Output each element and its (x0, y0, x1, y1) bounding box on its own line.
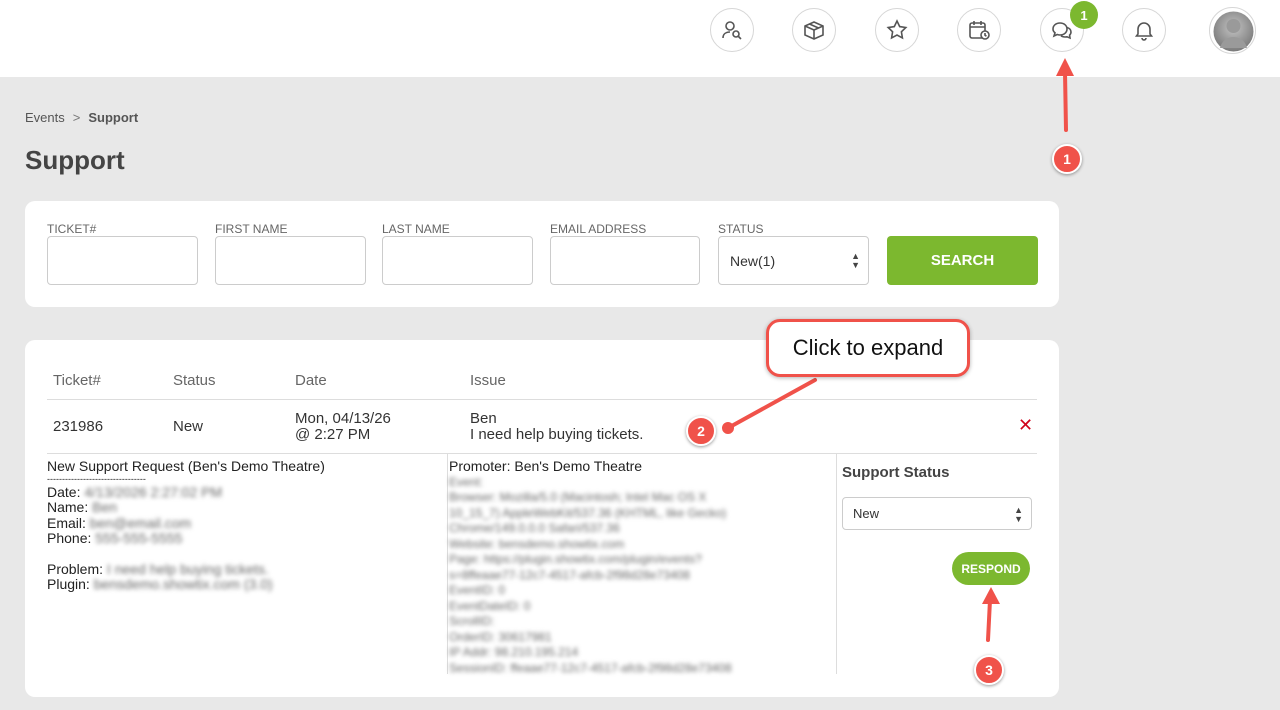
request-details: New Support Request (Ben's Demo Theatre)… (47, 458, 442, 593)
step-1-marker: 1 (1052, 144, 1082, 174)
step-3-marker: 3 (974, 655, 1004, 685)
meta-line: 10_15_7) AppleWebKit/537.36 (KHTML, like… (449, 505, 727, 520)
status-label: STATUS (718, 222, 764, 236)
problem-value: I need help buying tickets. (106, 560, 269, 577)
support-status-select[interactable]: New ▲ ▼ (842, 497, 1032, 530)
phone-label: Phone: (47, 530, 92, 546)
email-value: ben@email.com (89, 514, 192, 531)
detail-divider-left (447, 454, 448, 674)
bell-icon[interactable] (1122, 8, 1166, 52)
date-label: Date: (47, 483, 81, 500)
calendar-clock-icon[interactable] (957, 8, 1001, 52)
breadcrumb: Events > Support (25, 110, 138, 125)
problem-label: Problem: (47, 560, 104, 577)
email-input[interactable] (550, 236, 700, 285)
arrow-1-line (1063, 70, 1068, 132)
row-divider (47, 453, 1037, 454)
email-detail-label: Email: (47, 514, 86, 531)
last-name-input[interactable] (382, 236, 533, 285)
meta-line: Website: bensdemo.showtix.com (449, 536, 625, 551)
date-value: 4/13/2026 2:27:02 PM (84, 483, 223, 500)
first-name-label: FIRST NAME (215, 222, 288, 236)
notification-badge: 1 (1070, 1, 1098, 29)
user-search-icon[interactable] (710, 8, 754, 52)
status-select-value: New(1) (730, 252, 776, 269)
meta-line: Page: https://plugin.showtix.com/plugin/… (449, 552, 702, 566)
plugin-label: Plugin: (47, 576, 90, 592)
plugin-value: bensdemo.showtix.com (3.0) (93, 576, 273, 592)
name-value: Ben (92, 499, 118, 515)
header-issue: Issue (470, 372, 506, 389)
tickets-table: Ticket# Status Date Issue 231986 New Mon… (25, 340, 1059, 697)
request-divider: --------------------------------- (47, 473, 146, 484)
row-issue-text: I need help buying tickets. (470, 426, 644, 443)
search-panel: TICKET# FIRST NAME LAST NAME EMAIL ADDRE… (25, 201, 1059, 307)
select-arrows-icon: ▲ ▼ (1014, 505, 1023, 524)
page-title: Support (25, 145, 125, 175)
ticket-input[interactable] (47, 236, 198, 285)
email-label: EMAIL ADDRESS (550, 222, 647, 236)
breadcrumb-separator: > (72, 110, 81, 125)
expand-callout: Click to expand (766, 319, 970, 377)
meta-line: Browser: Mozilla/5.0 (Macintosh; Intel M… (449, 490, 707, 504)
step-2-marker: 2 (686, 416, 716, 446)
star-icon[interactable] (875, 8, 919, 52)
avatar[interactable] (1209, 7, 1256, 54)
promoter-details: Promoter: Ben's Demo Theatre Event: Brow… (449, 458, 834, 676)
meta-line: s=8ffeaae77-12c7-4517-afcb-2f98d28e73408 (449, 567, 690, 582)
top-bar: 1 (0, 0, 1280, 77)
meta-line: ScrollID: (449, 614, 495, 628)
support-status-value: New (853, 506, 880, 521)
row-issue-name: Ben (470, 410, 497, 427)
request-title: New Support Request (Ben's Demo Theatre) (47, 458, 325, 474)
name-label: Name: (47, 499, 89, 515)
ticket-label: TICKET# (47, 222, 97, 236)
meta-line: Event: (449, 474, 484, 489)
meta-line: SessionID: ffeaae77-12c7-4517-afcb-2f98d… (449, 660, 732, 675)
row-date-line2: @ 2:27 PM (295, 426, 371, 443)
detail-divider-right (836, 454, 837, 674)
phone-value: 555-555-5555 (95, 530, 183, 546)
header-date: Date (295, 372, 327, 389)
row-ticket: 231986 (53, 418, 104, 435)
header-divider (47, 399, 1037, 400)
meta-line: EventID: 0 (449, 583, 506, 597)
promoter-title: Promoter: Ben's Demo Theatre (449, 458, 643, 474)
status-select[interactable]: New(1) ▲ ▼ (718, 236, 869, 285)
respond-button[interactable]: RESPOND (952, 552, 1030, 585)
select-arrows-icon: ▲ ▼ (851, 251, 860, 270)
support-status-label: Support Status (842, 464, 950, 481)
header-ticket: Ticket# (53, 372, 101, 389)
first-name-input[interactable] (215, 236, 366, 285)
box-icon[interactable] (792, 8, 836, 52)
breadcrumb-current: Support (88, 110, 139, 125)
row-status: New (173, 418, 204, 435)
breadcrumb-events-link[interactable]: Events (25, 110, 65, 125)
delete-ticket-icon[interactable]: ✕ (1018, 415, 1033, 436)
user-avatar-icon (1213, 11, 1254, 52)
meta-line: EventDateID: 0 (449, 598, 531, 613)
search-button[interactable]: SEARCH (887, 236, 1038, 285)
last-name-label: LAST NAME (382, 222, 450, 236)
row-date-line1: Mon, 04/13/26 (295, 410, 391, 427)
meta-line: IP Addr: 98.210.195.214 (449, 645, 579, 659)
meta-line: Chrome/149.0.0.0 Safari/537.36 (449, 521, 620, 535)
meta-line: OrderID: 30617981 (449, 629, 552, 644)
header-status: Status (173, 372, 216, 389)
